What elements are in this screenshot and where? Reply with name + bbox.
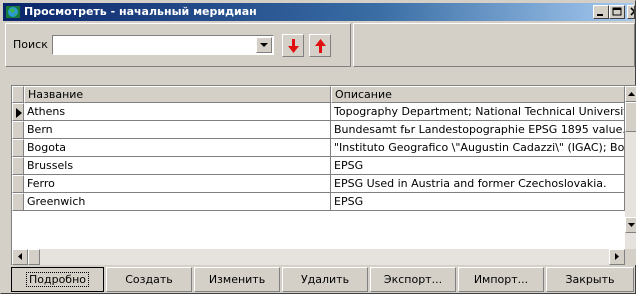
cell-description[interactable]: "Instituto Geografico \"Augustin Cadazzi…	[331, 139, 625, 157]
scroll-down-button[interactable]	[625, 217, 636, 233]
button-bar: Подробно Создать Изменить Удалить Экспор…	[11, 266, 636, 295]
cell-name[interactable]: Brussels	[24, 157, 331, 175]
cell-name[interactable]: Ferro	[24, 175, 331, 193]
window-title: Просмотреть - начальный меридиан	[24, 5, 257, 18]
row-selector[interactable]	[12, 193, 24, 211]
cell-description[interactable]: EPSG	[331, 157, 625, 175]
minimize-button[interactable]	[593, 5, 609, 19]
scroll-up-button[interactable]	[625, 86, 636, 102]
row-selector[interactable]	[12, 103, 24, 121]
row-selector[interactable]	[12, 139, 24, 157]
cell-description[interactable]: Bundesamt fьr Landestopographie EPSG 189…	[331, 121, 625, 139]
horizontal-scrollbar[interactable]	[12, 249, 625, 265]
maximize-icon	[612, 7, 622, 16]
row-selector[interactable]	[12, 157, 24, 175]
table-row[interactable]: Bern Bundesamt fьr Landestopographie EPS…	[12, 121, 625, 139]
cell-description[interactable]: Topography Department; National Technica…	[331, 103, 625, 121]
title-bar[interactable]: Просмотреть - начальный меридиан	[3, 3, 635, 21]
search-panel: Поиск	[5, 23, 351, 67]
data-grid[interactable]: Название Описание Athens Topography Depa…	[11, 85, 636, 265]
table-row[interactable]: Ferro EPSG Used in Austria and former Cz…	[12, 175, 625, 193]
cell-name[interactable]: Bogota	[24, 139, 331, 157]
delete-button[interactable]: Удалить	[282, 267, 368, 292]
create-button[interactable]: Создать	[106, 267, 192, 292]
table-row[interactable]: Brussels EPSG	[12, 157, 625, 175]
vertical-scroll-thumb[interactable]	[625, 102, 636, 132]
cell-description[interactable]: EPSG	[331, 193, 625, 211]
search-label: Поиск	[13, 38, 48, 51]
close-button[interactable]: Закрыть	[546, 267, 634, 292]
details-button[interactable]: Подробно	[11, 267, 104, 292]
column-header-description[interactable]: Описание	[331, 86, 625, 103]
cell-name[interactable]: Bern	[24, 121, 331, 139]
cell-name[interactable]: Athens	[24, 103, 331, 121]
maximize-button[interactable]	[609, 5, 625, 19]
details-button-label: Подробно	[25, 272, 90, 287]
export-button[interactable]: Экспорт...	[370, 267, 456, 292]
edit-button[interactable]: Изменить	[194, 267, 280, 292]
find-previous-button[interactable]	[309, 34, 331, 57]
scroll-left-arrow-icon	[18, 253, 22, 260]
red-arrow-down-icon	[288, 39, 299, 53]
scroll-down-arrow-icon	[628, 223, 635, 227]
close-window-button[interactable]	[627, 5, 635, 19]
minimize-icon	[597, 14, 603, 16]
scroll-left-button[interactable]	[12, 249, 28, 265]
search-dropdown-button[interactable]	[256, 37, 272, 53]
table-row[interactable]: Greenwich EPSG	[12, 193, 625, 211]
red-arrow-up-icon	[315, 39, 326, 53]
search-panel-spacer	[353, 23, 635, 67]
row-selector[interactable]	[12, 121, 24, 139]
find-next-button[interactable]	[282, 34, 304, 57]
scroll-right-button[interactable]	[609, 249, 625, 265]
scroll-corner	[625, 249, 636, 265]
header-corner	[12, 86, 24, 103]
scroll-right-arrow-icon	[615, 253, 619, 260]
import-button[interactable]: Импорт...	[458, 267, 544, 292]
grid-header: Название Описание	[12, 86, 625, 103]
vertical-scrollbar[interactable]	[625, 86, 636, 249]
row-selector[interactable]	[12, 175, 24, 193]
cell-description[interactable]: EPSG Used in Austria and former Czechosl…	[331, 175, 625, 193]
horizontal-scroll-thumb[interactable]	[28, 249, 40, 265]
chevron-down-icon	[260, 43, 268, 47]
close-icon	[630, 7, 634, 16]
search-input[interactable]	[54, 37, 256, 53]
search-combobox[interactable]	[52, 35, 274, 55]
table-row[interactable]: Athens Topography Department; National T…	[12, 103, 625, 121]
dialog-window: Просмотреть - начальный меридиан Поиск Н…	[0, 0, 636, 294]
current-row-icon	[16, 108, 22, 118]
scroll-up-arrow-icon	[628, 92, 635, 96]
globe-icon	[5, 4, 21, 20]
table-row[interactable]: Bogota "Instituto Geografico \"Augustin …	[12, 139, 625, 157]
column-header-name[interactable]: Название	[24, 86, 331, 103]
cell-name[interactable]: Greenwich	[24, 193, 331, 211]
